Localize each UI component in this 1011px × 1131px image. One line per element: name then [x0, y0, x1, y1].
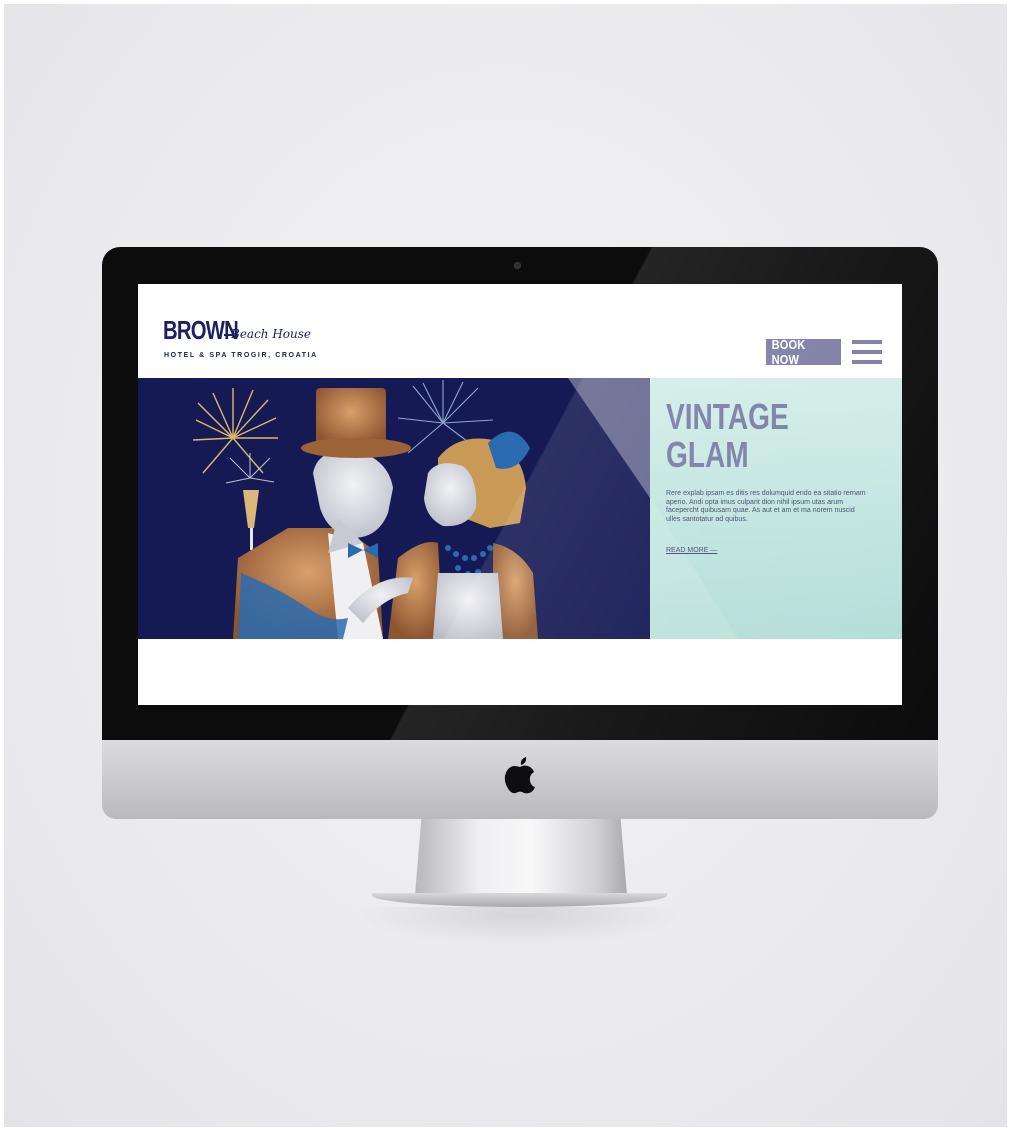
camera-dot	[514, 262, 521, 269]
hero-title-line2: GLAM	[666, 434, 749, 475]
imac-stand-base	[372, 893, 667, 907]
book-now-button[interactable]: BOOK NOW	[766, 337, 841, 367]
book-now-label: BOOK NOW	[771, 337, 806, 367]
site-header: BROWN Beach House HOTEL & SPA TROGIR, CR…	[138, 284, 902, 378]
logo-wordmark[interactable]: BROWN	[163, 315, 239, 346]
apple-logo-icon	[504, 757, 535, 794]
hero-title: VINTAGE GLAM	[666, 398, 822, 474]
imac-stand	[415, 819, 627, 895]
stand-shadow	[352, 907, 687, 947]
hero-title-line1: VINTAGE	[666, 396, 789, 437]
website-screen: BROWN Beach House HOTEL & SPA TROGIR, CR…	[138, 284, 902, 705]
hero-body-text: Rere explab ipsam es ditis res dolumquid…	[666, 490, 866, 523]
logo-tagline: HOTEL & SPA TROGIR, CROATIA	[164, 352, 318, 359]
imac-mockup: BROWN Beach House HOTEL & SPA TROGIR, CR…	[102, 247, 938, 947]
hamburger-icon[interactable]	[852, 340, 882, 364]
read-more-link[interactable]: READ MORE —	[666, 547, 717, 554]
hero-illustration	[138, 378, 650, 639]
hero-section: VINTAGE GLAM Rere explab ipsam es ditis …	[138, 378, 902, 639]
art-deco-couple-illustration	[192, 380, 538, 639]
logo-script[interactable]: Beach House	[231, 327, 311, 341]
imac-chin	[102, 740, 938, 819]
screen-bezel: BROWN Beach House HOTEL & SPA TROGIR, CR…	[102, 247, 938, 740]
